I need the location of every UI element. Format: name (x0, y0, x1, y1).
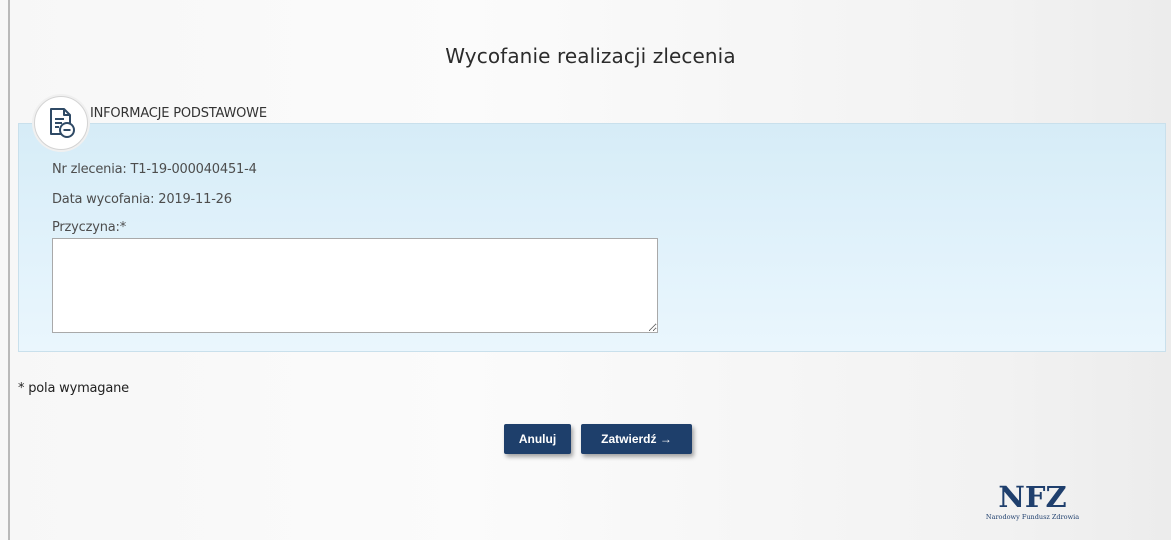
reason-textarea[interactable] (52, 238, 658, 333)
cancel-button[interactable]: Anuluj (504, 424, 571, 454)
logo-subtitle: Narodowy Fundusz Zdrowia (985, 513, 1080, 521)
left-border (8, 0, 10, 540)
nfz-logo: NFZ Narodowy Fundusz Zdrowia (970, 481, 1095, 521)
document-minus-icon (34, 96, 88, 150)
order-number: Nr zlecenia: T1-19-000040451-4 (52, 162, 257, 177)
logo-text: NFZ (998, 480, 1067, 514)
reason-label: Przyczyna:* (52, 220, 127, 235)
page-title: Wycofanie realizacji zlecenia (445, 44, 736, 68)
confirm-button[interactable]: Zatwierdź → (581, 424, 692, 454)
section-header: INFORMACJE PODSTAWOWE (90, 106, 267, 121)
required-fields-note: * pola wymagane (18, 381, 129, 396)
withdrawal-date: Data wycofania: 2019-11-26 (52, 192, 232, 207)
